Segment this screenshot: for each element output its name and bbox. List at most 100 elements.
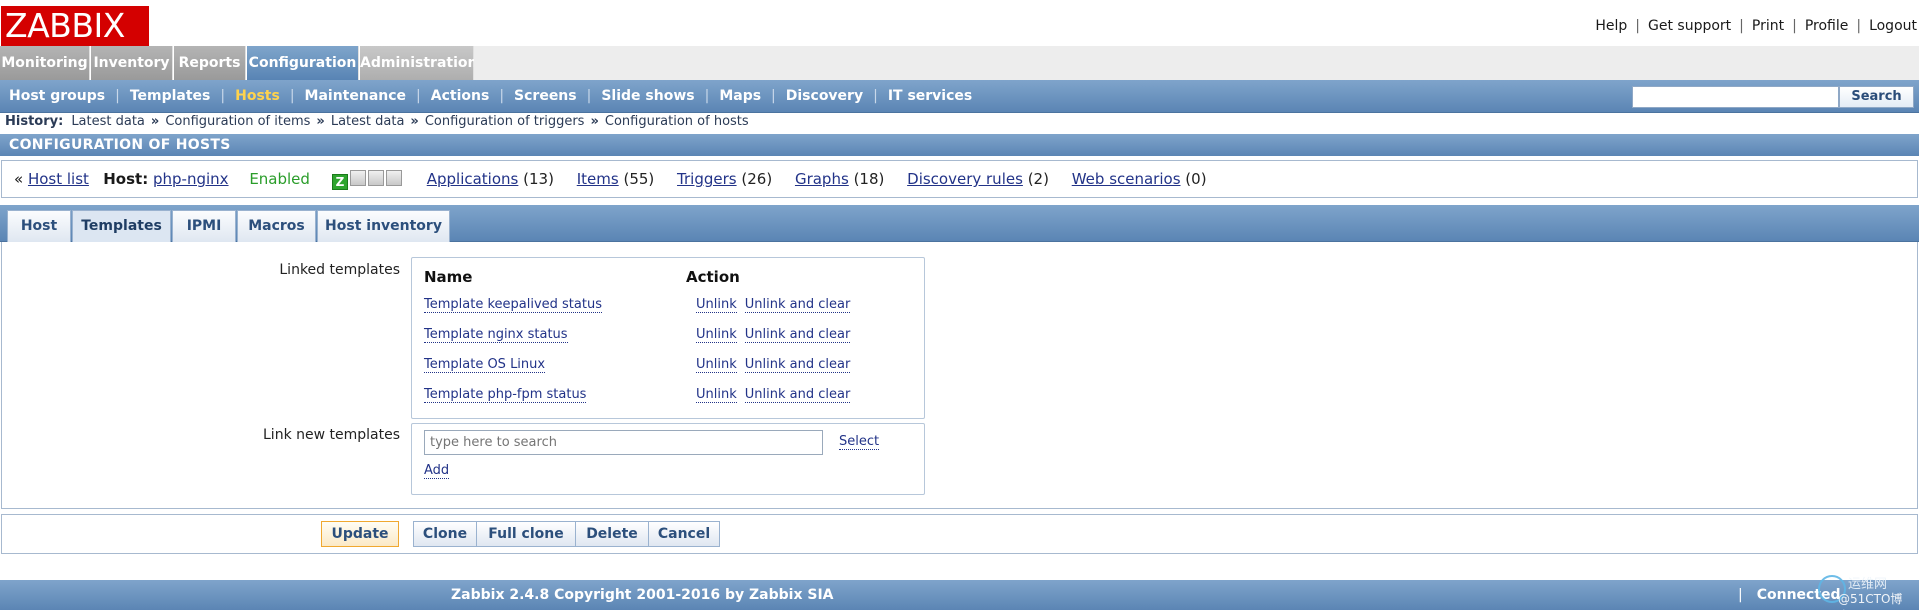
table-row: Template OS Linux Unlink Unlink and clear [424,357,851,373]
host-navigation: « Host list Host: php-nginx Enabled Z App… [1,160,1918,198]
full-clone-button[interactable]: Full clone [476,521,576,547]
items-count: (55) [623,170,655,188]
separator: | [1635,18,1640,34]
column-action-header: Action [686,268,740,286]
top-header: ZABBIX Help | Get support | Print | Profile | Lo… [0,0,1919,46]
history-item[interactable]: Latest data [71,114,145,129]
print-link[interactable]: Print [1752,18,1784,34]
unlink-and-clear-link[interactable]: Unlink and clear [744,297,851,313]
watermark-line2: @51CTO博客 [1838,592,1903,615]
tab-macros[interactable]: Macros [237,210,316,242]
unlink-and-clear-link[interactable]: Unlink and clear [744,387,851,403]
zabbix-agent-available-icon: Z [331,174,348,190]
select-button[interactable]: Select [839,434,880,450]
template-search-input[interactable] [424,430,823,455]
host-list-link[interactable]: Host list [28,170,89,188]
host-status[interactable]: Enabled [249,170,310,188]
page-title: CONFIGURATION OF HOSTS [0,134,1919,156]
cancel-button[interactable]: Cancel [648,521,720,547]
discovery-rules-link[interactable]: Discovery rules [907,170,1023,188]
template-link[interactable]: Template php-fpm status [424,387,587,403]
sub-menu-it-services[interactable]: IT services [888,88,972,104]
search-button[interactable]: Search [1839,86,1914,108]
top-links: Help | Get support | Print | Profile | Logout [1595,18,1917,34]
link-new-templates-box: Select Add [411,423,925,495]
sub-menu-hosts[interactable]: Hosts [235,88,280,104]
help-link[interactable]: Help [1595,18,1627,34]
column-name-header: Name [424,268,473,286]
main-menu-administration[interactable]: Administration [360,46,477,80]
main-menu-filler [474,46,1919,80]
back-arrow: « [14,170,24,188]
logout-link[interactable]: Logout [1869,18,1917,34]
sub-menu-items: Host groups | Templates | Hosts | Maintenance |… [9,88,973,104]
copyright-text: Zabbix 2.4.8 Copyright 2001-2016 by Zabb… [451,587,834,603]
template-link[interactable]: Template OS Linux [424,357,546,373]
sub-menu-actions[interactable]: Actions [431,88,490,104]
unlink-link[interactable]: Unlink [696,387,737,403]
link-new-templates-label: Link new templates [263,427,400,443]
history-item[interactable]: Configuration of triggers [425,114,585,129]
unlink-and-clear-link[interactable]: Unlink and clear [744,357,851,373]
applications-link[interactable]: Applications [427,170,519,188]
linked-templates-table: Name Action Template keepalived status U… [411,257,925,419]
separator: | [1792,18,1797,34]
graphs-count: (18) [853,170,885,188]
web-scenarios-count: (0) [1185,170,1207,188]
main-menu-monitoring[interactable]: Monitoring [0,46,90,80]
web-scenarios-link[interactable]: Web scenarios [1072,170,1181,188]
unlink-link[interactable]: Unlink [696,327,737,343]
host-label: Host: [103,170,149,188]
unlink-link[interactable]: Unlink [696,357,737,373]
update-button[interactable]: Update [321,521,399,547]
search-input[interactable] [1632,86,1839,108]
ipmi-unavailable-icon [385,170,402,186]
watermark-logo: 运维网 @51CTO博客 [1818,573,1914,615]
tab-templates[interactable]: Templates [72,210,171,242]
items-link[interactable]: Items [577,170,619,188]
sub-menu-discovery[interactable]: Discovery [786,88,863,104]
unlink-link[interactable]: Unlink [696,297,737,313]
main-menu-reports[interactable]: Reports [174,46,246,80]
tab-host-inventory[interactable]: Host inventory [317,210,450,242]
table-row: Template keepalived status Unlink Unlink … [424,297,851,313]
history-item[interactable]: Configuration of hosts [605,114,749,129]
history-label: History: [5,114,64,129]
triggers-link[interactable]: Triggers [677,170,737,188]
separator: | [1856,18,1862,34]
history-item[interactable]: Configuration of items [165,114,310,129]
triggers-count: (26) [741,170,773,188]
linked-templates-label: Linked templates [279,262,400,278]
zabbix-logo[interactable]: ZABBIX [1,6,149,46]
separator: | [1739,18,1744,34]
delete-button[interactable]: Delete [575,521,649,547]
templates-form: Linked templates Name Action Template ke… [1,242,1918,509]
snmp-unavailable-icon [349,170,366,186]
sub-menu-screens[interactable]: Screens [514,88,577,104]
tab-ipmi[interactable]: IPMI [172,210,236,242]
jmx-unavailable-icon [367,170,384,186]
get-support-link[interactable]: Get support [1648,18,1731,34]
sub-menu-templates[interactable]: Templates [130,88,211,104]
add-link[interactable]: Add [424,463,450,479]
host-name-link[interactable]: php-nginx [153,170,229,188]
template-link[interactable]: Template keepalived status [424,297,602,313]
sub-menu-maps[interactable]: Maps [719,88,761,104]
unlink-and-clear-link[interactable]: Unlink and clear [744,327,851,343]
sub-menu-maintenance[interactable]: Maintenance [305,88,407,104]
sub-menu: Host groups | Templates | Hosts | Maintenance |… [0,80,1919,113]
template-link[interactable]: Template nginx status [424,327,568,343]
sub-menu-host-groups[interactable]: Host groups [9,88,105,104]
applications-count: (13) [523,170,554,188]
main-menu-configuration[interactable]: Configuration [247,46,359,80]
tab-host[interactable]: Host [7,210,71,242]
sub-menu-slide-shows[interactable]: Slide shows [601,88,694,104]
clone-button[interactable]: Clone [413,521,477,547]
graphs-link[interactable]: Graphs [795,170,849,188]
history-item[interactable]: Latest data [331,114,405,129]
discovery-rules-count: (2) [1027,170,1049,188]
main-menu-inventory[interactable]: Inventory [91,46,173,80]
footer: Zabbix 2.4.8 Copyright 2001-2016 by Zabb… [0,580,1919,610]
profile-link[interactable]: Profile [1805,18,1849,34]
form-actions: Update Clone Full clone Delete Cancel [1,514,1918,554]
